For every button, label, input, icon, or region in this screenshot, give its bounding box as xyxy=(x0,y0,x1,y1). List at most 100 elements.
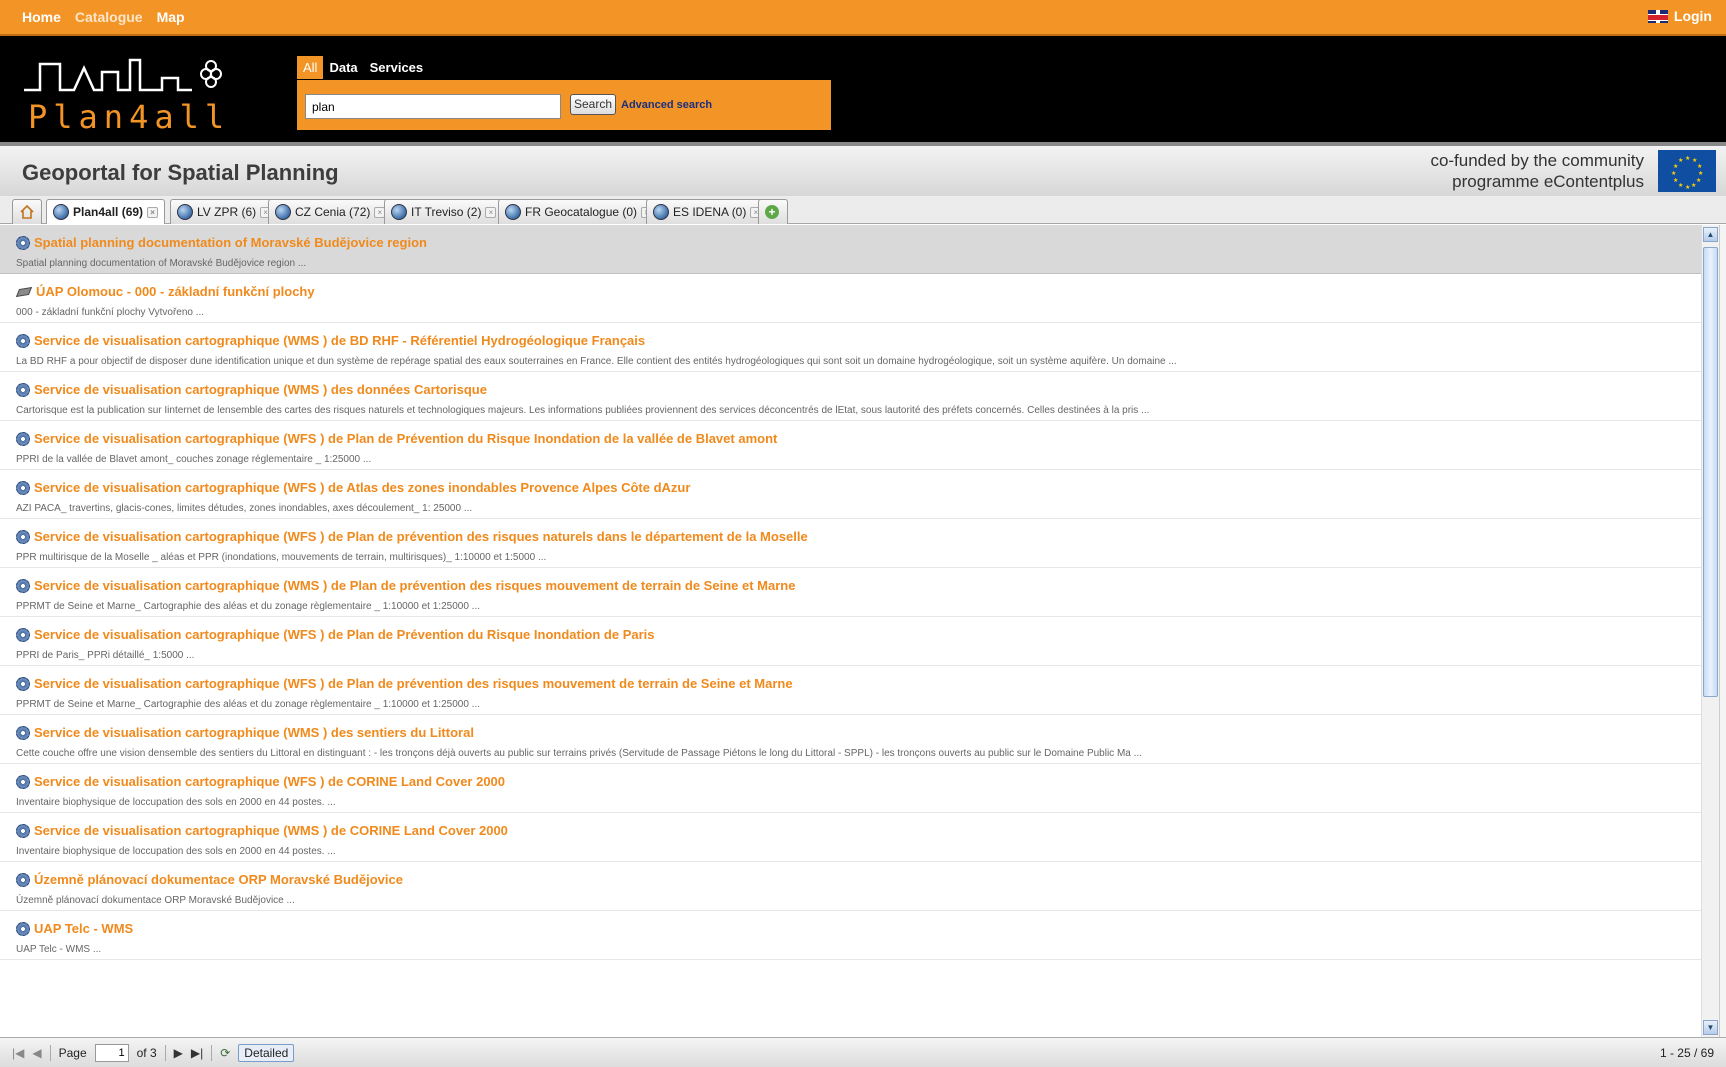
result-title-link[interactable]: Service de visualisation cartographique … xyxy=(34,774,505,789)
result-head: Service de visualisation cartographique … xyxy=(16,725,474,740)
result-title-link[interactable]: Service de visualisation cartographique … xyxy=(34,578,795,593)
result-row[interactable]: Územně plánovací dokumentace ORP Moravsk… xyxy=(0,862,1701,911)
paging-toolbar: |◀ ◀ Page of 3 ▶ ▶| ⟳ Detailed 1 - 25 / … xyxy=(0,1037,1726,1067)
search-tab-services[interactable]: Services xyxy=(364,56,430,79)
result-row[interactable]: UAP Telc - WMS UAP Telc - WMS ... xyxy=(0,911,1701,960)
service-icon xyxy=(16,235,30,250)
result-row[interactable]: Service de visualisation cartographique … xyxy=(0,568,1701,617)
result-description: Inventaire biophysique de loccupation de… xyxy=(16,846,336,857)
result-row[interactable]: Service de visualisation cartographique … xyxy=(0,470,1701,519)
search-tab-data[interactable]: Data xyxy=(323,56,363,79)
search-button[interactable]: Search xyxy=(570,94,616,115)
service-icon xyxy=(16,725,30,740)
result-row[interactable]: Service de visualisation cartographique … xyxy=(0,764,1701,813)
result-title-link[interactable]: Service de visualisation cartographique … xyxy=(34,382,487,397)
nav-catalogue-link[interactable]: Catalogue xyxy=(75,9,143,25)
search-tab-all[interactable]: All xyxy=(297,55,324,79)
result-head: Service de visualisation cartographique … xyxy=(16,823,508,838)
service-icon xyxy=(16,382,30,397)
globe-icon xyxy=(177,204,193,220)
result-row[interactable]: Service de visualisation cartographique … xyxy=(0,666,1701,715)
result-description: La BD RHF a pour objectif de disposer du… xyxy=(16,356,1177,367)
tab-plan4all[interactable]: Plan4all (69) × xyxy=(46,199,166,224)
result-row[interactable]: Service de visualisation cartographique … xyxy=(0,323,1701,372)
close-icon[interactable]: × xyxy=(147,206,159,218)
result-title-link[interactable]: Service de visualisation cartographique … xyxy=(34,823,508,838)
nav-map-link[interactable]: Map xyxy=(157,9,185,25)
result-row[interactable]: ÚAP Olomouc - 000 - základní funkční plo… xyxy=(0,274,1701,323)
page-number-input[interactable] xyxy=(94,1043,129,1062)
result-description: Spatial planning documentation of Moravs… xyxy=(16,258,307,269)
tab-cz-cenia-label: CZ Cenia (72) xyxy=(295,205,371,219)
refresh-icon[interactable]: ⟳ xyxy=(220,1046,230,1060)
last-page-icon[interactable]: ▶| xyxy=(191,1046,203,1060)
prev-page-icon[interactable]: ◀ xyxy=(32,1046,41,1060)
result-row[interactable]: Service de visualisation cartographique … xyxy=(0,617,1701,666)
home-icon xyxy=(20,204,34,219)
collapse-handle[interactable] xyxy=(1719,225,1726,1037)
tab-fr-geocatalogue[interactable]: FR Geocatalogue (0) × xyxy=(498,199,660,224)
service-icon xyxy=(16,921,30,936)
search-input[interactable] xyxy=(305,94,561,119)
advanced-search-link[interactable]: Advanced search xyxy=(621,99,712,111)
result-title-link[interactable]: Service de visualisation cartographique … xyxy=(34,529,808,544)
tab-cz-cenia[interactable]: CZ Cenia (72) × xyxy=(268,199,393,224)
service-icon xyxy=(16,578,30,593)
tab-lv-zpr[interactable]: LV ZPR (6) × xyxy=(170,199,279,224)
login-link[interactable]: Login xyxy=(1647,8,1712,24)
result-row[interactable]: Spatial planning documentation of Moravs… xyxy=(0,225,1701,274)
uk-flag-icon[interactable] xyxy=(1647,9,1668,23)
result-row[interactable]: Service de visualisation cartographique … xyxy=(0,813,1701,862)
scroll-thumb[interactable] xyxy=(1703,247,1718,697)
result-title-link[interactable]: Územně plánovací dokumentace ORP Moravsk… xyxy=(34,872,403,887)
result-title-link[interactable]: Service de visualisation cartographique … xyxy=(34,431,777,446)
separator xyxy=(49,1044,51,1061)
result-head: Service de visualisation cartographique … xyxy=(16,627,655,642)
scrollbar[interactable]: ▲ ▼ xyxy=(1701,225,1719,1037)
cofund-note: co-funded by the community programme eCo… xyxy=(1430,150,1644,192)
globe-icon xyxy=(275,204,291,220)
result-title-link[interactable]: Service de visualisation cartographique … xyxy=(34,627,655,642)
first-page-icon[interactable]: |◀ xyxy=(12,1046,24,1060)
result-head: Service de visualisation cartographique … xyxy=(16,676,793,691)
nav-home-link[interactable]: Home xyxy=(22,9,61,25)
scroll-up-icon[interactable]: ▲ xyxy=(1703,227,1718,242)
result-head: Service de visualisation cartographique … xyxy=(16,480,690,495)
catalogue-tab-strip: Plan4all (69) × LV ZPR (6) × CZ Cenia (7… xyxy=(0,196,1726,224)
add-tab-button[interactable]: + xyxy=(758,199,788,224)
result-head: Územně plánovací dokumentace ORP Moravsk… xyxy=(16,872,403,887)
tab-plan4all-label: Plan4all (69) xyxy=(73,205,144,219)
result-row[interactable]: Service de visualisation cartographique … xyxy=(0,715,1701,764)
result-description: Územně plánovací dokumentace ORP Moravsk… xyxy=(16,895,295,906)
next-page-icon[interactable]: ▶ xyxy=(174,1046,183,1060)
result-title-link[interactable]: Service de visualisation cartographique … xyxy=(34,480,690,495)
result-title-link[interactable]: Service de visualisation cartographique … xyxy=(34,676,793,691)
tab-it-treviso-label: IT Treviso (2) xyxy=(411,205,482,219)
result-title-link[interactable]: UAP Telc - WMS xyxy=(34,921,133,936)
tab-lv-zpr-label: LV ZPR (6) xyxy=(197,205,257,219)
close-icon[interactable]: × xyxy=(485,206,497,218)
scroll-down-icon[interactable]: ▼ xyxy=(1703,1020,1718,1035)
result-row[interactable]: Service de visualisation cartographique … xyxy=(0,421,1701,470)
globe-icon xyxy=(653,204,669,220)
plan4all-logo[interactable]: Plan4all xyxy=(22,50,262,136)
result-row[interactable]: Service de visualisation cartographique … xyxy=(0,372,1701,421)
service-icon xyxy=(16,480,30,495)
result-title-link[interactable]: Service de visualisation cartographique … xyxy=(34,333,645,348)
detailed-toggle[interactable]: Detailed xyxy=(238,1043,295,1062)
login-label[interactable]: Login xyxy=(1674,8,1712,24)
result-title-link[interactable]: Service de visualisation cartographique … xyxy=(34,725,474,740)
result-title-link[interactable]: Spatial planning documentation of Moravs… xyxy=(34,235,427,250)
result-description: Cette couche offre une vision densemble … xyxy=(16,748,1142,759)
tab-it-treviso[interactable]: IT Treviso (2) × xyxy=(384,199,504,224)
result-row[interactable]: Service de visualisation cartographique … xyxy=(0,519,1701,568)
service-icon xyxy=(16,823,30,838)
tab-home[interactable] xyxy=(12,199,42,224)
tab-es-idena[interactable]: ES IDENA (0) × xyxy=(646,199,769,224)
result-description: PPRMT de Seine et Marne_ Cartographie de… xyxy=(16,601,481,612)
detailed-label: Detailed xyxy=(244,1045,289,1060)
search-box: Search Advanced search xyxy=(297,80,831,130)
add-icon: + xyxy=(765,205,779,219)
result-head: UAP Telc - WMS xyxy=(16,921,133,936)
result-title-link[interactable]: ÚAP Olomouc - 000 - základní funkční plo… xyxy=(36,284,315,299)
